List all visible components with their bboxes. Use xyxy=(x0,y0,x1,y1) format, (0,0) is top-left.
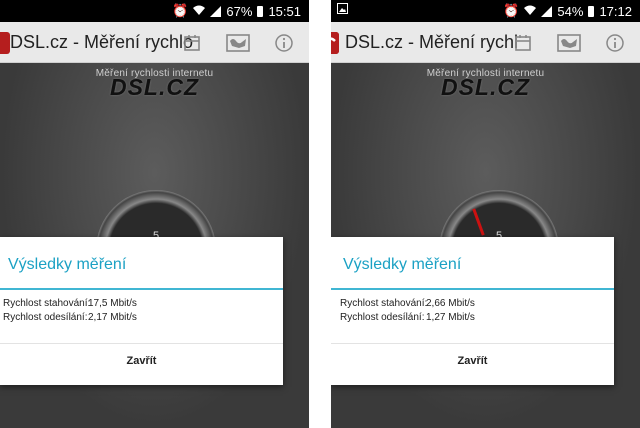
info-icon[interactable] xyxy=(274,33,294,53)
app-title: DSL.cz - Měření rychlo xyxy=(10,32,194,52)
app-bar: DSL.cz - Měření rychlo xyxy=(0,22,309,63)
screenshot-right: ⏰ 54% 17:12 DSL.cz - Měření rychl Měření… xyxy=(331,0,640,428)
battery-icon xyxy=(588,5,595,17)
status-bar: ⏰ 54% 17:12 xyxy=(331,0,640,22)
dialog-title-divider xyxy=(331,288,614,290)
status-icons: ⏰ 67% 15:51 xyxy=(172,3,301,19)
image-icon xyxy=(337,3,348,17)
clock: 17:12 xyxy=(599,3,632,19)
info-icon[interactable] xyxy=(605,33,625,53)
upload-value: 1,27 Mbit/s xyxy=(426,312,475,323)
results-dialog: Výsledky měření Rychlost stahování: 2,66… xyxy=(331,237,614,385)
dialog-title: Výsledky měření xyxy=(343,256,462,273)
map-icon[interactable] xyxy=(226,33,250,53)
upload-label: Rychlost odesílání: xyxy=(3,312,88,323)
close-button[interactable]: Zavřít xyxy=(0,355,283,367)
download-value: 17,5 Mbit/s xyxy=(88,298,137,309)
wifi-icon xyxy=(193,4,206,19)
alarm-icon: ⏰ xyxy=(172,3,189,18)
app-logo-icon xyxy=(0,32,10,54)
download-label: Rychlost stahování: xyxy=(340,298,428,309)
screenshot-divider xyxy=(309,0,331,428)
status-icons: ⏰ 54% 17:12 xyxy=(503,3,632,19)
battery-percent: 54% xyxy=(557,3,584,19)
clock: 15:51 xyxy=(268,3,301,19)
calendar-icon[interactable] xyxy=(513,33,533,53)
map-icon[interactable] xyxy=(557,33,581,53)
battery-percent: 67% xyxy=(226,3,253,19)
battery-icon xyxy=(257,5,264,17)
download-label: Rychlost stahování: xyxy=(3,298,91,309)
close-button[interactable]: Zavřít xyxy=(331,355,614,367)
alarm-icon: ⏰ xyxy=(503,3,520,18)
wifi-icon xyxy=(524,4,537,19)
dialog-button-divider xyxy=(331,343,614,344)
upload-value: 2,17 Mbit/s xyxy=(88,312,137,323)
dialog-title: Výsledky měření xyxy=(8,256,127,273)
dialog-title-divider xyxy=(0,288,283,290)
results-dialog: Výsledky měření Rychlost stahování: 17,5… xyxy=(0,237,283,385)
app-logo-icon xyxy=(331,32,339,54)
download-value: 2,66 Mbit/s xyxy=(426,298,475,309)
dialog-button-divider xyxy=(0,343,283,344)
upload-label: Rychlost odesílání: xyxy=(340,312,425,323)
brand-logo: DSL.CZ xyxy=(109,74,200,100)
status-bar: ⏰ 67% 15:51 xyxy=(0,0,309,22)
app-bar: DSL.cz - Měření rychl xyxy=(331,22,640,63)
screenshot-left: ⏰ 67% 15:51 DSL.cz - Měření rychlo Měřen… xyxy=(0,0,309,428)
calendar-icon[interactable] xyxy=(182,33,202,53)
signal-icon xyxy=(210,5,222,17)
brand-logo: DSL.CZ xyxy=(440,74,531,100)
app-title: DSL.cz - Měření rychl xyxy=(345,32,519,52)
signal-icon xyxy=(541,5,553,17)
